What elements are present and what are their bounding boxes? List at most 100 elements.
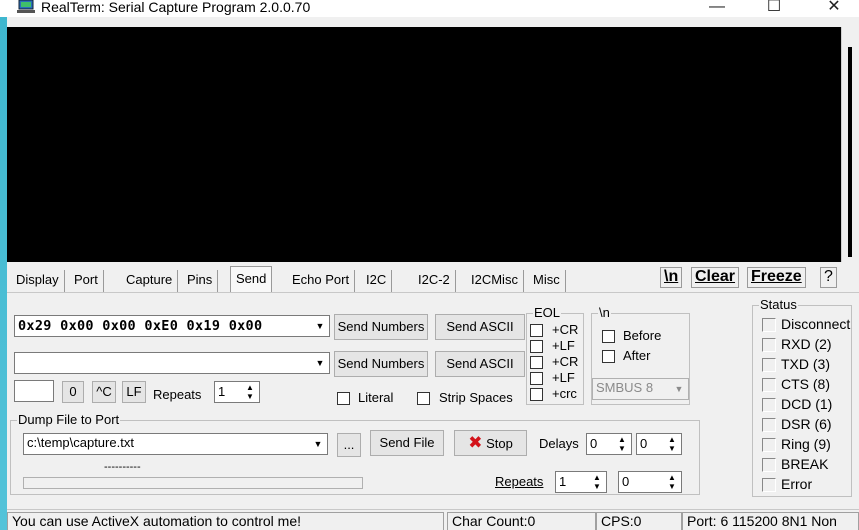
status-led-error [762, 478, 776, 492]
dump-repeats-label: Repeats [495, 474, 544, 489]
literal-label: Literal [358, 390, 394, 405]
delay1-spinner[interactable]: 0 ▲ ▼ [586, 433, 632, 455]
status-led-break [762, 458, 776, 472]
tab-echo-port[interactable]: Echo Port [287, 270, 356, 292]
status-cts-label: CTS (8) [781, 376, 830, 392]
status-cps: CPS:0 [596, 512, 682, 530]
eol-crc-checkbox[interactable] [530, 388, 543, 401]
send-ascii-button-1[interactable]: Send ASCII [435, 314, 525, 340]
dump-file-group: Dump File to Port c:\temp\capture.txt ▼ … [10, 412, 700, 495]
status-message: You can use ActiveX automation to contro… [7, 512, 444, 530]
send-numbers-button-2[interactable]: Send Numbers [334, 351, 428, 377]
strip-spaces-checkbox[interactable] [417, 392, 430, 405]
clear-button[interactable]: Clear [691, 267, 740, 288]
desktop-edge [0, 17, 7, 530]
lf-button[interactable]: LF [122, 381, 146, 403]
scrollbar-thumb[interactable] [848, 47, 852, 257]
literal-checkbox[interactable] [337, 392, 350, 405]
stop-label: Stop [486, 436, 513, 451]
status-rxd-label: RXD (2) [781, 336, 832, 352]
eol-cr1-label: +CR [552, 322, 579, 337]
eol-lf2-checkbox[interactable] [530, 372, 543, 385]
send-panel: 0x29 0x00 0x00 0xE0 0x19 0x00 ▼ Send Num… [7, 292, 859, 504]
minimize-button[interactable]: — [697, 0, 737, 17]
repeats-spinner[interactable]: 1 ▲ ▼ [214, 381, 260, 403]
close-button[interactable]: ✕ [814, 0, 854, 17]
terminal-scrollbar[interactable] [841, 27, 859, 262]
help-button[interactable]: ? [820, 267, 837, 288]
tab-display[interactable]: Display [11, 270, 65, 292]
status-txd-label: TXD (3) [781, 356, 830, 372]
stop-x-icon: ✖ [468, 433, 483, 452]
delay1-value: 0 [590, 436, 598, 451]
tab-i2c-2[interactable]: I2C-2 [413, 270, 456, 292]
status-led-dcd [762, 398, 776, 412]
zero-button[interactable]: 0 [62, 381, 84, 403]
after-checkbox[interactable] [602, 350, 615, 363]
chevron-down-icon[interactable]: ▼ [312, 317, 328, 335]
dump-repeats1-spinner[interactable]: 1 ▲ ▼ [555, 471, 607, 493]
before-checkbox[interactable] [602, 330, 615, 343]
spin-down-icon[interactable]: ▼ [589, 482, 605, 492]
spin-down-icon[interactable]: ▼ [664, 444, 680, 454]
eol-lf1-label: +LF [552, 338, 575, 353]
eol-cr2-checkbox[interactable] [530, 356, 543, 369]
tab-misc[interactable]: Misc [528, 270, 566, 292]
tab-i2c[interactable]: I2C [361, 270, 393, 292]
tab-capture[interactable]: Capture [121, 270, 179, 292]
status-led-cts [762, 378, 776, 392]
dump-repeats2-spinner[interactable]: 0 ▲ ▼ [618, 471, 682, 493]
status-ring-label: Ring (9) [781, 436, 831, 452]
spin-down-icon[interactable]: ▼ [664, 482, 680, 492]
chevron-down-icon[interactable]: ▼ [310, 435, 326, 453]
maximize-button[interactable]: ☐ [754, 0, 794, 17]
eol-crc-label: +crc [552, 386, 577, 401]
delay2-spinner[interactable]: 0 ▲ ▼ [636, 433, 682, 455]
smbus-select[interactable]: SMBUS 8 ▼ [592, 378, 689, 400]
status-led-disconnect [762, 318, 776, 332]
send-line2-combo[interactable]: ▼ [14, 352, 330, 374]
send-ascii-button-2[interactable]: Send ASCII [435, 351, 525, 377]
spin-down-icon[interactable]: ▼ [242, 392, 258, 402]
eol-lf1-checkbox[interactable] [530, 340, 543, 353]
tab-i2cmisc[interactable]: I2CMisc [466, 270, 524, 292]
chevron-down-icon[interactable]: ▼ [671, 380, 687, 398]
repeats-label: Repeats [153, 387, 202, 402]
strip-spaces-label: Strip Spaces [439, 390, 513, 405]
delay2-value: 0 [640, 436, 648, 451]
smbus-value: SMBUS 8 [596, 380, 654, 395]
ctrl-c-button[interactable]: ^C [92, 381, 116, 403]
status-disconnect-label: Disconnect [781, 316, 851, 332]
eol-cr1-checkbox[interactable] [530, 324, 543, 337]
delays-label: Delays [539, 436, 579, 451]
status-bar: You can use ActiveX automation to contro… [7, 509, 859, 530]
eol-lf2-label: +LF [552, 370, 575, 385]
dump-file-title: Dump File to Port [17, 412, 121, 428]
eol-group: EOL +CR +LF +CR +LF +crc [526, 305, 584, 405]
status-led-ring [762, 438, 776, 452]
stop-button[interactable]: ✖ Stop [454, 430, 527, 456]
spin-down-icon[interactable]: ▼ [614, 444, 630, 454]
tab-send[interactable]: Send [230, 266, 273, 292]
browse-button[interactable]: ... [337, 433, 361, 457]
window-title: RealTerm: Serial Capture Program 2.0.0.7… [41, 0, 311, 15]
newline-button[interactable]: \n [660, 267, 683, 288]
status-led-rxd [762, 338, 776, 352]
status-led-txd [762, 358, 776, 372]
small-value-input[interactable] [14, 380, 54, 402]
tab-bar: Display Port Capture Pins Send Echo Port… [7, 262, 859, 292]
chevron-down-icon[interactable]: ▼ [312, 354, 328, 372]
newline-group: \n Before After SMBUS 8 ▼ [591, 305, 690, 405]
freeze-button[interactable]: Freeze [747, 267, 806, 288]
send-file-button[interactable]: Send File [370, 430, 444, 456]
send-line1-combo[interactable]: 0x29 0x00 0x00 0xE0 0x19 0x00 ▼ [14, 315, 330, 337]
repeats-value: 1 [218, 384, 226, 399]
tab-port[interactable]: Port [69, 270, 104, 292]
dump-repeats1-value: 1 [559, 474, 567, 489]
dump-file-path: c:\temp\capture.txt [27, 435, 134, 450]
terminal-display[interactable] [7, 27, 841, 262]
dump-file-path-combo[interactable]: c:\temp\capture.txt ▼ [23, 433, 328, 455]
tab-pins[interactable]: Pins [182, 270, 219, 292]
status-char-count: Char Count:0 [447, 512, 596, 530]
send-numbers-button-1[interactable]: Send Numbers [334, 314, 428, 340]
